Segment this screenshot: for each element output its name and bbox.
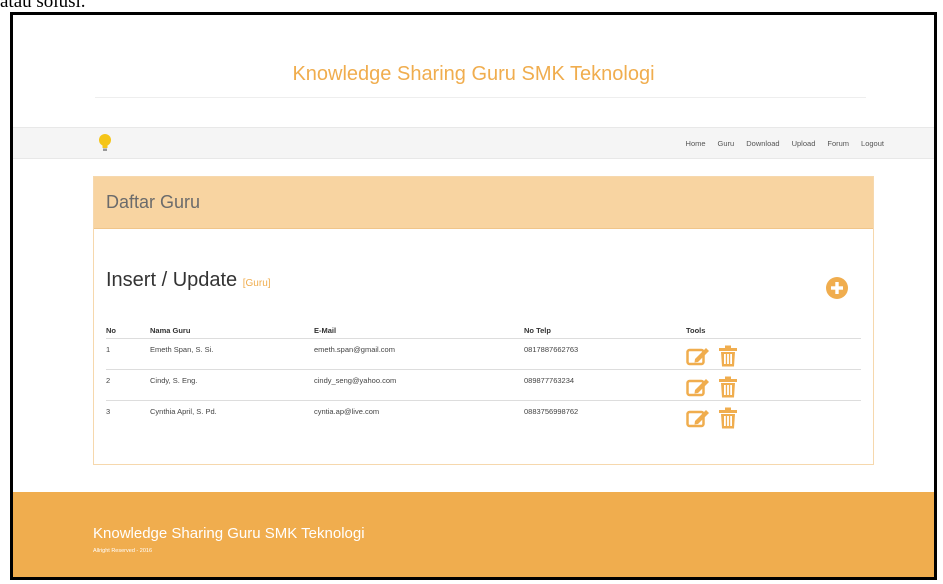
nav-download[interactable]: Download — [746, 139, 779, 148]
cell-no: 1 — [106, 338, 150, 370]
edit-icon[interactable] — [686, 408, 710, 428]
browser-screenshot-frame: Knowledge Sharing Guru SMK Teknologi Hom… — [10, 12, 937, 580]
table-row: 3 Cynthia April, S. Pd. cyntia.ap@live.c… — [106, 401, 861, 432]
cell-nama: Cindy, S. Eng. — [150, 369, 314, 401]
table-row: 2 Cindy, S. Eng. cindy_seng@yahoo.com 08… — [106, 369, 861, 401]
edit-icon[interactable] — [686, 377, 710, 397]
cell-email: cindy_seng@yahoo.com — [314, 369, 524, 401]
nav-upload[interactable]: Upload — [792, 139, 816, 148]
cell-tools — [686, 338, 861, 370]
footer: Knowledge Sharing Guru SMK Teknologi All… — [13, 492, 934, 577]
column-header-telp: No Telp — [524, 323, 686, 339]
table-row: 1 Emeth Span, S. Si. emeth.span@gmail.co… — [106, 338, 861, 370]
table-header-row: No Nama Guru E-Mail No Telp Tools — [106, 323, 861, 339]
footer-copyright: Allright Reserved - 2016 — [93, 548, 153, 554]
cell-no: 2 — [106, 369, 150, 401]
cell-email: cyntia.ap@live.com — [314, 407, 380, 416]
title-divider — [95, 97, 866, 98]
column-header-nama: Nama Guru — [150, 323, 314, 339]
nav-forum[interactable]: Forum — [827, 139, 849, 148]
nav-home[interactable]: Home — [686, 139, 706, 148]
section-title-text: Insert / Update — [106, 269, 238, 291]
section-subtitle: [Guru] — [242, 278, 271, 289]
trash-icon[interactable] — [718, 407, 738, 429]
cell-nama: Emeth Span, S. Si. — [150, 338, 314, 370]
column-header-tools: Tools — [686, 323, 861, 339]
nav-menu: Home Guru Download Upload Forum Logout — [686, 128, 884, 158]
column-header-no: No — [106, 323, 150, 339]
teacher-table: No Nama Guru E-Mail No Telp Tools 1 Emet… — [106, 323, 861, 432]
nav-guru[interactable]: Guru — [718, 139, 735, 148]
cell-telp: 0883756998762 — [524, 407, 579, 416]
cell-tools — [686, 401, 861, 432]
lightbulb-icon[interactable] — [98, 133, 112, 153]
teacher-list-panel: Daftar Guru Insert / Update [Guru] No Na… — [93, 176, 874, 465]
add-circle-icon[interactable] — [826, 277, 848, 299]
trash-icon[interactable] — [718, 376, 738, 398]
cell-no: 3 — [106, 407, 111, 416]
edit-icon[interactable] — [686, 346, 710, 366]
cell-telp: 089877763234 — [524, 369, 686, 401]
document-caption: atau solusi. — [0, 0, 86, 12]
cell-tools — [686, 369, 861, 401]
section-title: Insert / Update [Guru] — [106, 269, 271, 292]
panel-heading: Daftar Guru — [94, 177, 873, 229]
nav-logout[interactable]: Logout — [861, 139, 884, 148]
navbar: Home Guru Download Upload Forum Logout — [13, 127, 934, 159]
cell-nama: Cynthia April, S. Pd. — [150, 407, 217, 416]
site-title: Knowledge Sharing Guru SMK Teknologi — [292, 63, 655, 85]
cell-telp: 0817887662763 — [524, 338, 686, 370]
column-header-email: E-Mail — [314, 323, 524, 339]
cell-email: emeth.span@gmail.com — [314, 338, 524, 370]
trash-icon[interactable] — [718, 345, 738, 367]
panel-title: Daftar Guru — [106, 192, 201, 212]
footer-title: Knowledge Sharing Guru SMK Teknologi — [93, 525, 365, 542]
